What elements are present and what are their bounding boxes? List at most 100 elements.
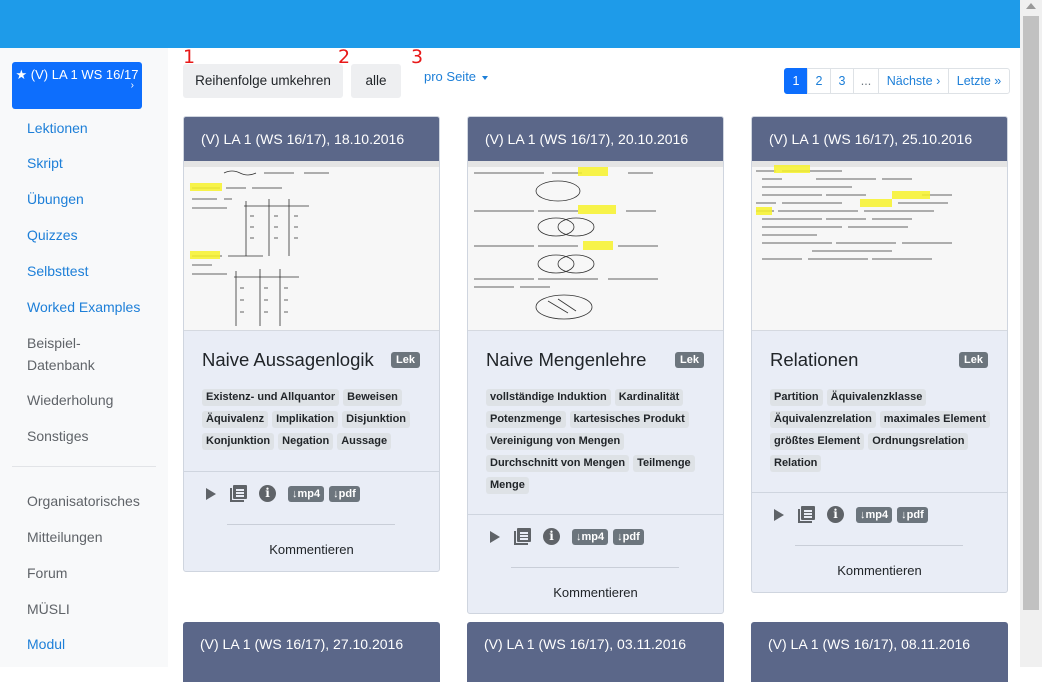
- caret-down-icon: [482, 75, 489, 80]
- lecture-select-button[interactable]: ★ (V) LA 1 WS 16/17 ›: [12, 62, 142, 109]
- sidebar-item-beispiel-datenbank[interactable]: Beispiel-Datenbank: [27, 332, 117, 376]
- card-actions: i ↓mp4 ↓pdf: [206, 485, 365, 502]
- page-1[interactable]: 1: [784, 68, 808, 94]
- play-icon[interactable]: [490, 530, 500, 543]
- tag[interactable]: Potenzmenge: [486, 411, 566, 428]
- tag[interactable]: Existenz- und Allquantor: [202, 389, 340, 406]
- page-ellipsis: ...: [853, 68, 879, 94]
- download-pdf-button[interactable]: ↓pdf: [897, 506, 928, 523]
- lecture-thumbnail[interactable]: [468, 161, 723, 331]
- card-divider: [752, 492, 1007, 493]
- page-3[interactable]: 3: [830, 68, 854, 94]
- sidebar-item-modul[interactable]: Modul: [27, 633, 65, 655]
- download-mp4-button[interactable]: ↓mp4: [288, 485, 325, 502]
- info-icon[interactable]: i: [259, 485, 276, 502]
- sidebar-item-lektionen[interactable]: Lektionen: [27, 117, 88, 139]
- pagination: 1 2 3 ... Nächste › Letzte »: [784, 68, 1010, 94]
- lesson-badge: Lek: [675, 352, 704, 368]
- page-2[interactable]: 2: [807, 68, 831, 94]
- reverse-order-button[interactable]: Reihenfolge umkehren: [183, 64, 343, 98]
- last-page-button[interactable]: Letzte »: [948, 68, 1010, 94]
- lecture-card: (V) LA 1 (WS 16/17), 25.10.2016 Relation…: [751, 116, 1008, 593]
- sidebar-item-muesli[interactable]: MÜSLI: [27, 598, 70, 620]
- library-icon[interactable]: [230, 485, 247, 502]
- sidebar-item-sonstiges[interactable]: Sonstiges: [27, 425, 88, 447]
- library-icon[interactable]: [514, 528, 531, 545]
- card-header[interactable]: (V) LA 1 (WS 16/17), 03.11.2016: [467, 622, 724, 682]
- comment-divider: [511, 567, 679, 568]
- scroll-up-icon[interactable]: [1026, 3, 1036, 9]
- annotation-1: 1: [183, 46, 196, 68]
- tag[interactable]: größtes Element: [770, 433, 865, 450]
- annotation-2: 2: [338, 46, 351, 68]
- card-header[interactable]: (V) LA 1 (WS 16/17), 20.10.2016: [468, 117, 723, 161]
- tag[interactable]: Äquivalenzrelation: [770, 411, 876, 428]
- card-header[interactable]: (V) LA 1 (WS 16/17), 08.11.2016: [751, 622, 1008, 682]
- sidebar-item-uebungen[interactable]: Übungen: [27, 188, 84, 210]
- tag[interactable]: Kardinalität: [614, 389, 684, 406]
- download-mp4-button[interactable]: ↓mp4: [856, 506, 893, 523]
- sidebar-item-skript[interactable]: Skript: [27, 152, 63, 174]
- play-icon[interactable]: [206, 487, 216, 500]
- tag[interactable]: Menge: [486, 477, 529, 494]
- show-all-button[interactable]: alle: [351, 64, 401, 98]
- tag[interactable]: Negation: [278, 433, 334, 450]
- sidebar-item-organisatorisches[interactable]: Organisatorisches: [27, 490, 140, 512]
- comment-divider: [795, 545, 963, 546]
- lesson-badge: Lek: [391, 352, 420, 368]
- tag[interactable]: Äquivalenzklasse: [826, 389, 927, 406]
- play-icon[interactable]: [774, 508, 784, 521]
- tag[interactable]: vollständige Induktion: [486, 389, 611, 406]
- tag[interactable]: Vereinigung von Mengen: [486, 433, 625, 450]
- info-icon[interactable]: i: [827, 506, 844, 523]
- download-pdf-button[interactable]: ↓pdf: [329, 485, 360, 502]
- sidebar-item-mitteilungen[interactable]: Mitteilungen: [27, 526, 103, 548]
- tag[interactable]: kartesisches Produkt: [569, 411, 689, 428]
- download-mp4-button[interactable]: ↓mp4: [572, 528, 609, 545]
- scrollbar[interactable]: [1020, 0, 1042, 667]
- lecture-card: (V) LA 1 (WS 16/17), 18.10.2016 Naive Au…: [183, 116, 440, 572]
- lesson-badge: Lek: [959, 352, 988, 368]
- tag[interactable]: Relation: [770, 455, 822, 472]
- sidebar-item-worked-examples[interactable]: Worked Examples: [27, 296, 140, 318]
- card-header[interactable]: (V) LA 1 (WS 16/17), 18.10.2016: [184, 117, 439, 161]
- library-icon[interactable]: [798, 506, 815, 523]
- sidebar-item-wiederholung[interactable]: Wiederholung: [27, 389, 113, 411]
- tag-list: Partition Äquivalenzklasse Äquivalenzrel…: [770, 389, 992, 472]
- tag[interactable]: Teilmenge: [633, 455, 695, 472]
- tag[interactable]: Partition: [770, 389, 823, 406]
- lecture-card: (V) LA 1 (WS 16/17), 20.10.2016 Naive Me…: [467, 116, 724, 614]
- per-page-dropdown[interactable]: pro Seite: [424, 69, 489, 84]
- card-header[interactable]: (V) LA 1 (WS 16/17), 27.10.2016: [183, 622, 440, 682]
- tag[interactable]: Ordnungsrelation: [868, 433, 969, 450]
- comment-button[interactable]: Kommentieren: [468, 585, 723, 600]
- tag[interactable]: Aussage: [337, 433, 392, 450]
- sidebar-item-selbsttest[interactable]: Selbsttest: [27, 260, 88, 282]
- card-title[interactable]: Relationen: [770, 349, 858, 371]
- card-actions: i ↓mp4 ↓pdf: [490, 528, 649, 545]
- sidebar: ★ (V) LA 1 WS 16/17 › Lektionen Skript Ü…: [0, 48, 168, 667]
- lecture-thumbnail[interactable]: [752, 161, 1007, 331]
- tag-list: vollständige Induktion Kardinalität Pote…: [486, 389, 708, 494]
- tag[interactable]: Konjunktion: [202, 433, 275, 450]
- tag[interactable]: Durchschnitt von Mengen: [486, 455, 630, 472]
- comment-button[interactable]: Kommentieren: [752, 563, 1007, 578]
- card-header[interactable]: (V) LA 1 (WS 16/17), 25.10.2016: [752, 117, 1007, 161]
- tag[interactable]: Äquivalenz: [202, 411, 269, 428]
- card-title[interactable]: Naive Mengenlehre: [486, 349, 646, 371]
- tag[interactable]: Implikation: [272, 411, 339, 428]
- card-actions: i ↓mp4 ↓pdf: [774, 506, 933, 523]
- info-icon[interactable]: i: [543, 528, 560, 545]
- sidebar-item-forum[interactable]: Forum: [27, 562, 67, 584]
- sidebar-item-quizzes[interactable]: Quizzes: [27, 224, 78, 246]
- card-title[interactable]: Naive Aussagenlogik: [202, 349, 374, 371]
- scroll-thumb[interactable]: [1023, 16, 1039, 610]
- next-page-button[interactable]: Nächste ›: [878, 68, 949, 94]
- sidebar-divider: [12, 466, 156, 467]
- comment-button[interactable]: Kommentieren: [184, 542, 439, 557]
- tag[interactable]: maximales Element: [879, 411, 990, 428]
- download-pdf-button[interactable]: ↓pdf: [613, 528, 644, 545]
- tag[interactable]: Beweisen: [343, 389, 402, 406]
- lecture-thumbnail[interactable]: [184, 161, 439, 331]
- tag[interactable]: Disjunktion: [342, 411, 411, 428]
